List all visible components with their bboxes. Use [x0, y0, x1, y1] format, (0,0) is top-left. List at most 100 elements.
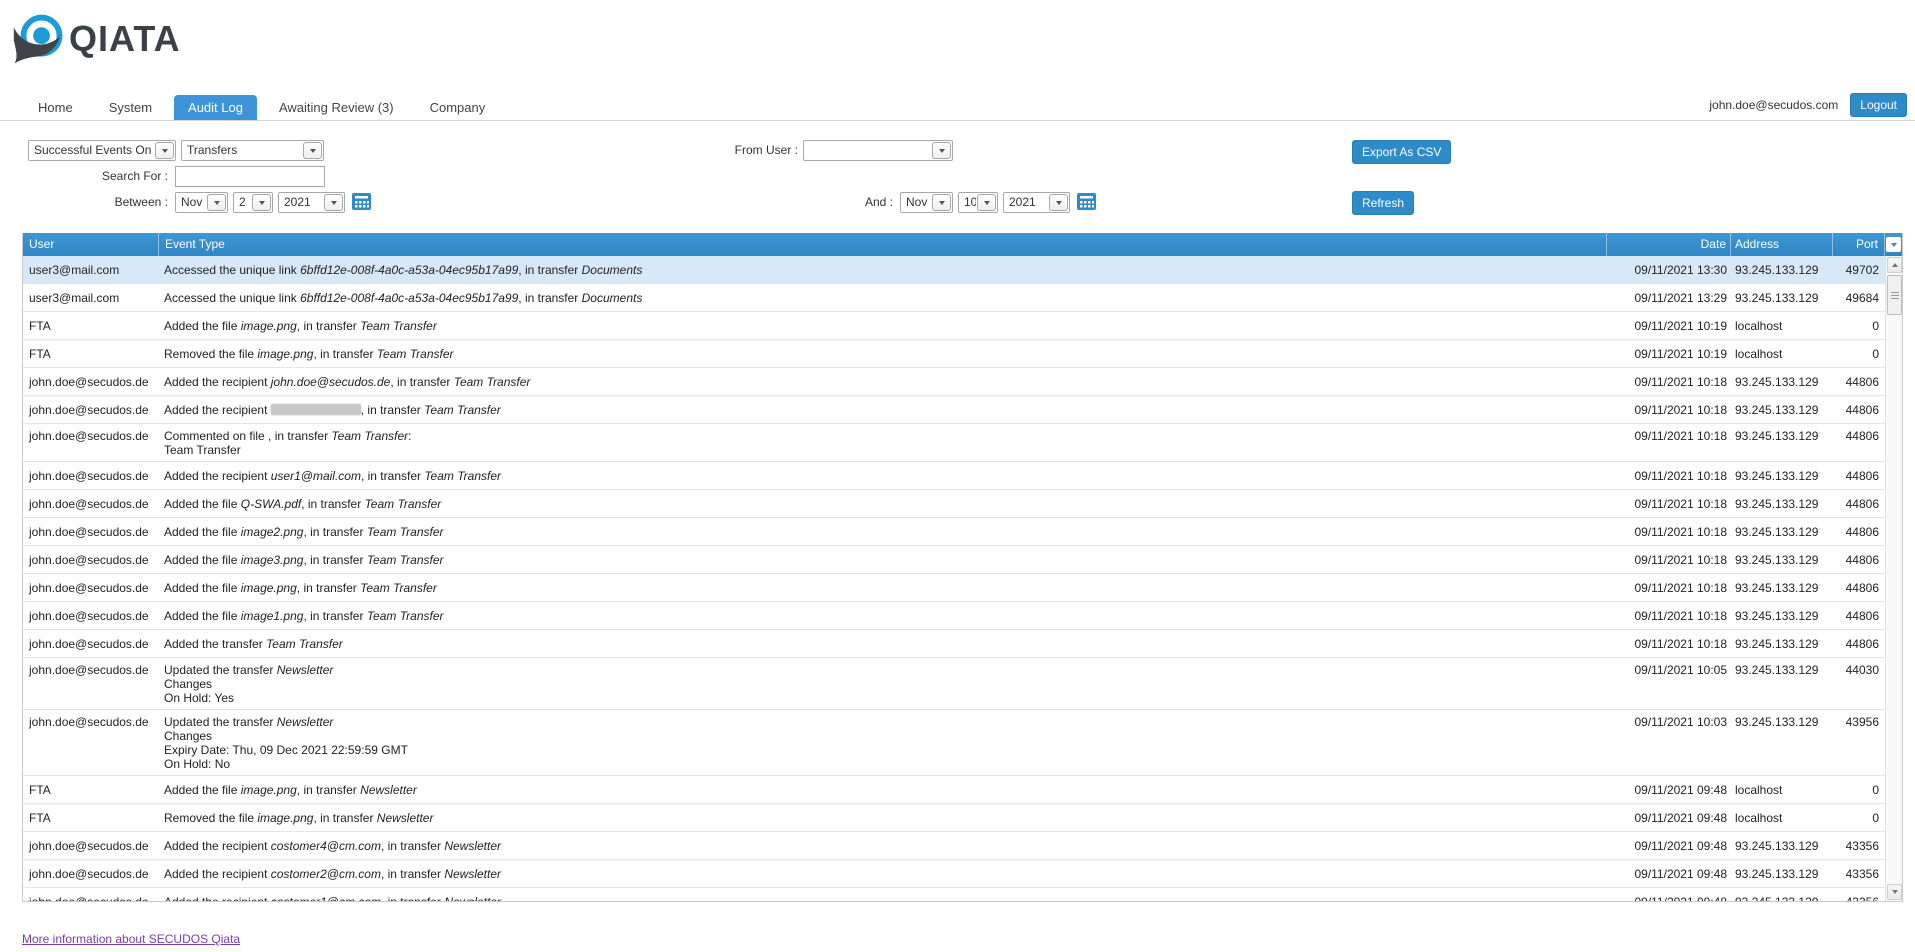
port-cell: 44806	[1833, 469, 1885, 483]
port-cell: 44806	[1833, 403, 1885, 417]
search-input[interactable]	[175, 166, 325, 187]
column-header-event-type[interactable]: Event Type	[158, 233, 1606, 256]
table-row[interactable]: john.doe@secudos.deAdded the file image.…	[23, 574, 1885, 602]
chevron-down-icon[interactable]	[1049, 194, 1068, 211]
address-cell: 93.245.133.129	[1731, 553, 1833, 567]
export-csv-button[interactable]: Export As CSV	[1352, 140, 1451, 164]
vertical-scrollbar[interactable]	[1885, 256, 1902, 901]
table-header-row: UserEvent TypeDateAddressPort	[23, 233, 1902, 256]
more-info-link[interactable]: More information about SECUDOS Qiata	[22, 932, 240, 946]
chevron-down-icon[interactable]	[155, 142, 174, 159]
table-row[interactable]: john.doe@secudos.deAdded the recipient c…	[23, 888, 1885, 901]
tab-system[interactable]: System	[95, 95, 166, 120]
user-cell: FTA	[23, 347, 158, 361]
table-row[interactable]: user3@mail.comAccessed the unique link 6…	[23, 256, 1885, 284]
table-row[interactable]: FTAAdded the file image.png, in transfer…	[23, 312, 1885, 340]
table-row[interactable]: john.doe@secudos.deAdded the recipient u…	[23, 462, 1885, 490]
table-row[interactable]: john.doe@secudos.deUpdated the transfer …	[23, 710, 1885, 776]
column-header-user[interactable]: User	[23, 233, 158, 256]
table-row[interactable]: john.doe@secudos.deCommented on file , i…	[23, 424, 1885, 462]
from-user-value	[804, 141, 931, 160]
and-year-value: 2021	[1004, 193, 1048, 212]
port-cell: 0	[1833, 811, 1885, 825]
column-header-port[interactable]: Port	[1832, 233, 1884, 256]
table-row[interactable]: john.doe@secudos.deUpdated the transfer …	[23, 658, 1885, 710]
table-row[interactable]: john.doe@secudos.deAdded the file image3…	[23, 546, 1885, 574]
chevron-down-icon[interactable]	[324, 194, 343, 211]
event-type-cell: Added the recipient , in transfer Team T…	[158, 403, 1607, 417]
type-filter-dropdown[interactable]: Transfers	[181, 140, 324, 161]
app-header: QIATA	[0, 0, 1915, 66]
port-cell: 44806	[1833, 581, 1885, 595]
event-filter-dropdown[interactable]: Successful Events On	[28, 140, 176, 161]
address-cell: localhost	[1731, 783, 1833, 797]
chevron-down-icon[interactable]	[207, 194, 226, 211]
and-day-select[interactable]: 10	[958, 192, 998, 213]
column-header-date[interactable]: Date	[1606, 233, 1730, 256]
calendar-icon[interactable]	[1077, 192, 1096, 210]
type-filter-value: Transfers	[182, 141, 302, 160]
tab-company[interactable]: Company	[416, 95, 500, 120]
address-cell: 93.245.133.129	[1731, 429, 1833, 443]
between-month-select[interactable]: Nov	[175, 192, 228, 213]
from-user-dropdown[interactable]	[803, 140, 953, 161]
calendar-icon[interactable]	[352, 192, 371, 210]
date-cell: 09/11/2021 10:18	[1607, 469, 1731, 483]
logout-button[interactable]: Logout	[1850, 93, 1907, 117]
date-cell: 09/11/2021 10:18	[1607, 497, 1731, 511]
chevron-down-icon[interactable]	[932, 142, 951, 159]
port-cell: 0	[1833, 347, 1885, 361]
address-cell: 93.245.133.129	[1731, 525, 1833, 539]
user-cell: FTA	[23, 319, 158, 333]
table-row[interactable]: john.doe@secudos.deAdded the recipient ,…	[23, 396, 1885, 424]
scrollbar-up-button[interactable]	[1887, 257, 1902, 273]
table-row[interactable]: john.doe@secudos.deAdded the transfer Te…	[23, 630, 1885, 658]
column-header-address[interactable]: Address	[1730, 233, 1832, 256]
and-year-select[interactable]: 2021	[1003, 192, 1070, 213]
table-row[interactable]: john.doe@secudos.deAdded the recipient j…	[23, 368, 1885, 396]
date-cell: 09/11/2021 10:03	[1607, 715, 1731, 729]
table-row[interactable]: FTARemoved the file image.png, in transf…	[23, 804, 1885, 832]
tab-home[interactable]: Home	[24, 95, 87, 120]
column-menu-button[interactable]	[1884, 233, 1902, 256]
table-row[interactable]: john.doe@secudos.deAdded the recipient c…	[23, 832, 1885, 860]
and-month-select[interactable]: Nov	[900, 192, 953, 213]
between-year-select[interactable]: 2021	[278, 192, 345, 213]
refresh-button[interactable]: Refresh	[1352, 191, 1414, 215]
user-cell: user3@mail.com	[23, 263, 158, 277]
redacted-recipient	[271, 404, 361, 415]
table-row[interactable]: user3@mail.comAccessed the unique link 6…	[23, 284, 1885, 312]
chevron-down-icon[interactable]	[252, 194, 271, 211]
user-cell: john.doe@secudos.de	[23, 375, 158, 389]
table-row[interactable]: john.doe@secudos.deAdded the file image1…	[23, 602, 1885, 630]
table-row[interactable]: john.doe@secudos.deAdded the recipient c…	[23, 860, 1885, 888]
event-type-cell: Removed the file image.png, in transfer …	[158, 811, 1607, 825]
port-cell: 43356	[1833, 867, 1885, 881]
address-cell: 93.245.133.129	[1731, 375, 1833, 389]
table-row[interactable]: FTAAdded the file image.png, in transfer…	[23, 776, 1885, 804]
table-row[interactable]: john.doe@secudos.deAdded the file image2…	[23, 518, 1885, 546]
scrollbar-down-button[interactable]	[1887, 884, 1902, 900]
chevron-down-icon[interactable]	[977, 194, 996, 211]
page-footer: More information about SECUDOS Qiata	[22, 932, 1915, 946]
arrow-up-icon	[1892, 263, 1898, 267]
port-cell: 0	[1833, 319, 1885, 333]
port-cell: 0	[1833, 783, 1885, 797]
date-cell: 09/11/2021 10:18	[1607, 429, 1731, 443]
table-row[interactable]: john.doe@secudos.deAdded the file Q-SWA.…	[23, 490, 1885, 518]
date-cell: 09/11/2021 10:18	[1607, 609, 1731, 623]
address-cell: 93.245.133.129	[1731, 895, 1833, 901]
tab-audit-log[interactable]: Audit Log	[174, 95, 257, 120]
between-day-select[interactable]: 2	[233, 192, 273, 213]
chevron-down-icon[interactable]	[303, 142, 322, 159]
user-cell: john.doe@secudos.de	[23, 663, 158, 677]
tab-awaiting-review-3[interactable]: Awaiting Review (3)	[265, 95, 408, 120]
scrollbar-thumb[interactable]	[1887, 275, 1902, 315]
logged-in-user-email: john.doe@secudos.com	[1709, 98, 1838, 112]
and-month-value: Nov	[901, 193, 931, 212]
tab-bar: Home System Audit Log Awaiting Review (3) Co…	[24, 95, 507, 120]
table-row[interactable]: FTARemoved the file image.png, in transf…	[23, 340, 1885, 368]
chevron-down-icon[interactable]	[932, 194, 951, 211]
user-cell: john.doe@secudos.de	[23, 895, 158, 901]
port-cell: 43356	[1833, 839, 1885, 853]
